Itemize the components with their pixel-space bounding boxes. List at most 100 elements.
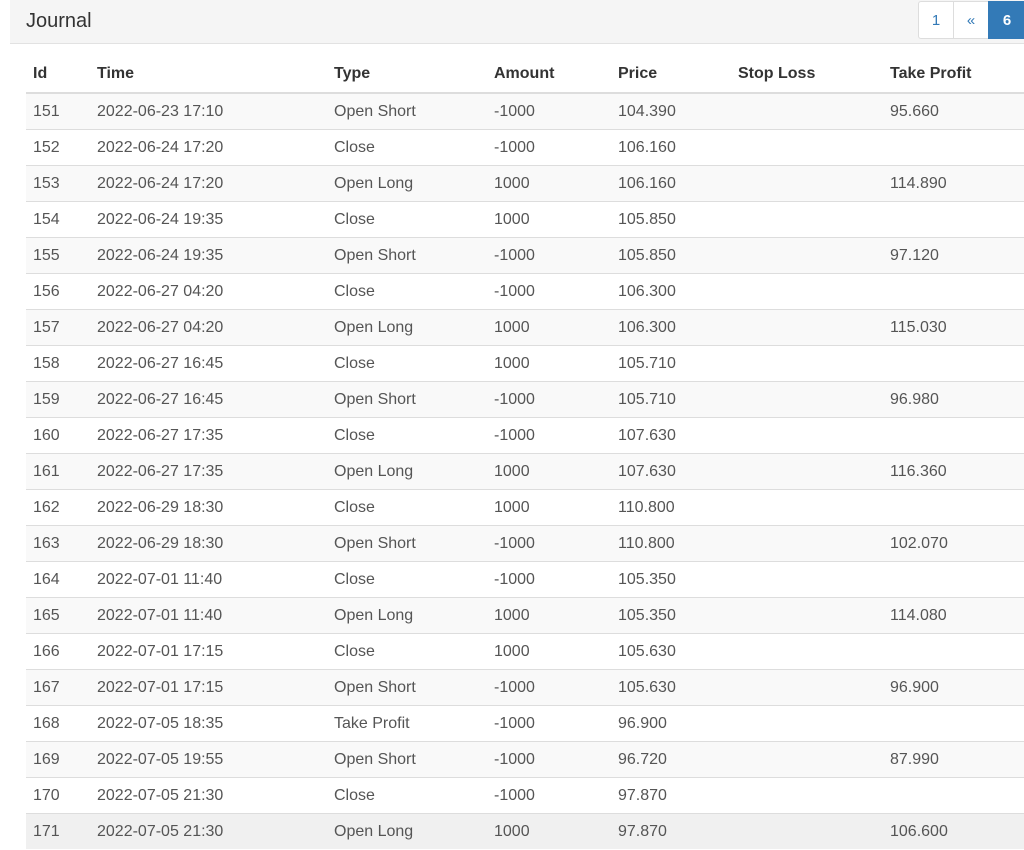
cell-time: 2022-06-24 17:20 [90,165,327,202]
cell-time: 2022-06-23 17:10 [90,92,327,130]
cell-price: 105.710 [611,345,731,382]
cell-stop-loss [731,345,883,382]
cell-time: 2022-06-27 16:45 [90,345,327,382]
cell-stop-loss [731,417,883,454]
cell-amount: 1000 [487,633,611,670]
table-body: 151 2022-06-23 17:10 Open Short -1000 104.39… [26,92,1024,849]
cell-take-profit: 97.120 [883,237,1024,274]
table-row: 155 2022-06-24 19:35 Open Short -1000 105.85… [26,237,1024,274]
table-row: 162 2022-06-29 18:30 Close 1000 110.800 [26,489,1024,526]
cell-type: Open Short [327,741,487,778]
cell-id: 169 [26,741,90,778]
cell-price: 105.710 [611,381,731,418]
cell-stop-loss [731,309,883,346]
cell-price: 105.850 [611,201,731,238]
cell-price: 96.720 [611,741,731,778]
cell-type: Close [327,273,487,310]
column-header-stop-loss: Stop Loss [731,56,883,94]
current-page-button[interactable]: 6 [988,1,1024,39]
cell-time: 2022-07-05 19:55 [90,741,327,778]
cell-price: 106.300 [611,273,731,310]
cell-type: Open Short [327,92,487,130]
cell-price: 97.870 [611,813,731,849]
cell-price: 105.630 [611,633,731,670]
cell-price: 110.800 [611,525,731,562]
column-header-take-profit: Take Profit [883,56,1024,94]
column-header-type: Type [327,56,487,94]
table-row: 165 2022-07-01 11:40 Open Long 1000 105.350 1… [26,597,1024,634]
cell-stop-loss [731,741,883,778]
table-row: 161 2022-06-27 17:35 Open Long 1000 107.630 1… [26,453,1024,490]
page-1-button[interactable]: 1 [918,1,954,39]
cell-price: 110.800 [611,489,731,526]
cell-take-profit: 116.360 [883,453,1024,490]
cell-time: 2022-07-05 18:35 [90,705,327,742]
cell-amount: 1000 [487,453,611,490]
column-header-time: Time [90,56,327,94]
cell-id: 165 [26,597,90,634]
cell-take-profit: 96.980 [883,381,1024,418]
cell-time: 2022-07-01 11:40 [90,597,327,634]
cell-time: 2022-07-01 17:15 [90,633,327,670]
cell-id: 160 [26,417,90,454]
previous-page-button[interactable]: « [953,1,989,39]
cell-id: 157 [26,309,90,346]
cell-id: 154 [26,201,90,238]
journal-table: Id Time Type Amount Price Stop Loss Take… [26,56,1024,849]
cell-id: 167 [26,669,90,706]
cell-stop-loss [731,525,883,562]
cell-id: 171 [26,813,90,849]
cell-stop-loss [731,561,883,598]
cell-stop-loss [731,92,883,130]
table-row: 164 2022-07-01 11:40 Close -1000 105.350 [26,561,1024,598]
table-header-row: Id Time Type Amount Price Stop Loss Take… [26,56,1024,94]
cell-amount: 1000 [487,201,611,238]
cell-time: 2022-06-24 17:20 [90,129,327,166]
column-header-amount: Amount [487,56,611,94]
cell-stop-loss [731,777,883,814]
cell-amount: -1000 [487,561,611,598]
cell-price: 105.850 [611,237,731,274]
cell-type: Close [327,417,487,454]
cell-id: 156 [26,273,90,310]
cell-amount: -1000 [487,92,611,130]
cell-type: Close [327,561,487,598]
cell-stop-loss [731,705,883,742]
cell-take-profit [883,561,1024,598]
cell-amount: -1000 [487,129,611,166]
cell-id: 164 [26,561,90,598]
cell-stop-loss [731,453,883,490]
cell-type: Close [327,129,487,166]
table-row: 158 2022-06-27 16:45 Close 1000 105.710 [26,345,1024,382]
cell-type: Open Long [327,309,487,346]
cell-id: 153 [26,165,90,202]
cell-price: 97.870 [611,777,731,814]
cell-stop-loss [731,237,883,274]
cell-type: Close [327,201,487,238]
cell-take-profit [883,417,1024,454]
cell-stop-loss [731,669,883,706]
cell-time: 2022-07-05 21:30 [90,777,327,814]
cell-price: 107.630 [611,417,731,454]
pagination: 1 « 6 [918,1,1024,39]
cell-amount: -1000 [487,669,611,706]
cell-type: Open Short [327,237,487,274]
table-row: 170 2022-07-05 21:30 Close -1000 97.870 [26,777,1024,814]
cell-price: 105.350 [611,597,731,634]
cell-time: 2022-07-01 11:40 [90,561,327,598]
table-row: 152 2022-06-24 17:20 Close -1000 106.160 [26,129,1024,166]
cell-stop-loss [731,381,883,418]
journal-table-container: Id Time Type Amount Price Stop Loss Take… [26,56,1024,849]
cell-amount: -1000 [487,741,611,778]
cell-type: Open Short [327,525,487,562]
cell-take-profit [883,129,1024,166]
cell-type: Open Short [327,381,487,418]
panel-title: Journal [26,10,92,32]
cell-time: 2022-06-24 19:35 [90,201,327,238]
cell-take-profit [883,705,1024,742]
table-row: 151 2022-06-23 17:10 Open Short -1000 104.39… [26,92,1024,130]
column-header-price: Price [611,56,731,94]
cell-take-profit [883,633,1024,670]
table-row: 171 2022-07-05 21:30 Open Long 1000 97.870 10… [26,813,1024,849]
cell-amount: 1000 [487,597,611,634]
